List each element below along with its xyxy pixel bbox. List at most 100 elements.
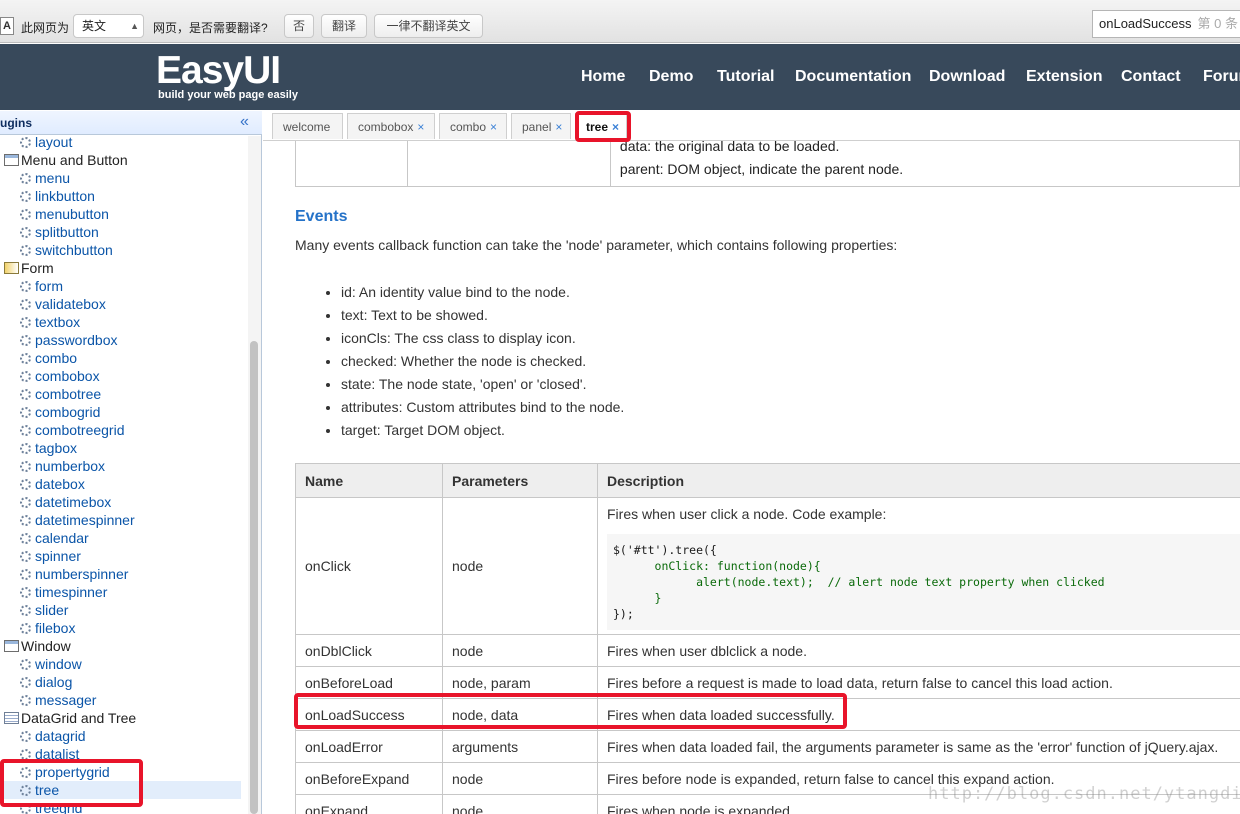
sidebar-item-datebox[interactable]: datebox (20, 475, 85, 493)
gear-icon (20, 731, 31, 742)
sidebar-item-tagbox[interactable]: tagbox (20, 439, 77, 457)
scrollbar-thumb[interactable] (250, 341, 258, 814)
sidebar-item-numberbox[interactable]: numberbox (20, 457, 105, 475)
sidebar-item-combogrid[interactable]: combogrid (20, 403, 100, 421)
code-line: onClick: function(node){ (613, 559, 821, 573)
sidebar-item-timespinner[interactable]: timespinner (20, 583, 107, 601)
find-bar[interactable]: onLoadSuccess 第 0 条 (1092, 10, 1240, 38)
sidebar-item-label: DataGrid and Tree (21, 710, 137, 726)
never-translate-button[interactable]: 一律不翻译英文 (374, 14, 483, 38)
table-cell (406, 141, 611, 187)
close-icon[interactable]: × (490, 120, 497, 134)
sidebar-item-datagrid[interactable]: datagrid (20, 727, 86, 745)
nav-extension[interactable]: Extension (1026, 68, 1102, 86)
sidebar-item-label: combo (35, 350, 78, 366)
sidebar-item-passwordbox[interactable]: passwordbox (20, 331, 118, 349)
nav-forum[interactable]: Forum (1203, 68, 1240, 86)
sidebar-item-datetimespinner[interactable]: datetimespinner (20, 511, 135, 529)
sidebar-item-dialog[interactable]: dialog (20, 673, 72, 691)
sidebar-item-menu[interactable]: menu (20, 169, 70, 187)
site-header: EasyUI build your web page easily Home D… (0, 44, 1240, 110)
sidebar-item-combotree[interactable]: combotree (20, 385, 101, 403)
gear-icon (20, 515, 31, 526)
gear-icon (20, 605, 31, 616)
close-icon[interactable]: × (417, 120, 424, 134)
sidebar-item-splitbutton[interactable]: splitbutton (20, 223, 99, 241)
language-select[interactable]: 英文 ▲ (73, 14, 144, 38)
sidebar-item-combotreegrid[interactable]: combotreegrid (20, 421, 125, 439)
sidebar-item-window[interactable]: window (20, 655, 82, 673)
sidebar-item-combobox[interactable]: combobox (20, 367, 100, 385)
find-input[interactable]: onLoadSuccess (1099, 16, 1192, 31)
list-item: id: An identity value bind to the node. (341, 283, 624, 306)
highlight-box-onloadsuccess (294, 693, 847, 729)
event-description: Fires when user dblclick a node. (597, 634, 1240, 667)
sidebar-item-label: numberbox (35, 458, 106, 474)
list-item: target: Target DOM object. (341, 421, 624, 444)
sidebar-scrollbar[interactable] (248, 136, 261, 814)
tab-panel[interactable]: panel × (511, 113, 571, 139)
sidebar-item-filebox[interactable]: filebox (20, 619, 75, 637)
close-icon[interactable]: × (555, 120, 562, 134)
sidebar-item-datetimebox[interactable]: datetimebox (20, 493, 111, 511)
logo[interactable]: EasyUI (156, 51, 281, 91)
tab-welcome[interactable]: welcome (272, 113, 343, 139)
sidebar-item-linkbutton[interactable]: linkbutton (20, 187, 95, 205)
sidebar-item-menubutton[interactable]: menubutton (20, 205, 109, 223)
sidebar-item-label: splitbutton (35, 224, 99, 240)
sidebar-item-menu-and-button[interactable]: Menu and Button (4, 151, 128, 169)
param-line: data: the original data to be loaded. (619, 141, 840, 154)
sidebar-item-validatebox[interactable]: validatebox (20, 295, 106, 313)
sidebar-item-label: slider (35, 602, 69, 618)
code-line: $('#tt').tree({ (613, 543, 717, 557)
sidebar-item-form[interactable]: form (20, 277, 63, 295)
sidebar-item-combo[interactable]: combo (20, 349, 77, 367)
translate-button[interactable]: 翻译 (321, 14, 367, 38)
code-line: alert(node.text); // alert node text pro… (613, 575, 1105, 589)
event-name: onClick (295, 497, 443, 635)
tab-label: combo (450, 120, 487, 134)
nav-tutorial[interactable]: Tutorial (717, 68, 774, 86)
gear-icon (20, 551, 31, 562)
event-params: node (442, 634, 598, 667)
sidebar-item-datagrid-and-tree[interactable]: DataGrid and Tree (4, 709, 136, 727)
sidebar-item-label: messager (35, 692, 97, 708)
nav-documentation[interactable]: Documentation (795, 68, 911, 86)
tab-combo[interactable]: combo × (439, 113, 507, 139)
sidebar-item-textbox[interactable]: textbox (20, 313, 80, 331)
sidebar-item-window[interactable]: Window (4, 637, 71, 655)
sidebar-item-form[interactable]: Form (4, 259, 54, 277)
tab-combobox[interactable]: combobox × (347, 113, 435, 139)
sidebar-item-label: layout (35, 134, 73, 150)
event-name: onDblClick (295, 634, 443, 667)
nav-home[interactable]: Home (581, 68, 625, 86)
no-translate-button[interactable]: 否 (284, 14, 314, 38)
sidebar-item-calendar[interactable]: calendar (20, 529, 89, 547)
tab-strip: welcome combobox × combo × panel × tree × (263, 111, 1240, 141)
sidebar-item-label: datetimespinner (35, 512, 135, 528)
nav-contact[interactable]: Contact (1121, 68, 1181, 86)
collapse-icon[interactable]: « (240, 113, 249, 131)
nav-demo[interactable]: Demo (649, 68, 693, 86)
sidebar-item-label: datebox (35, 476, 85, 492)
nav-download[interactable]: Download (929, 68, 1005, 86)
sidebar-item-spinner[interactable]: spinner (20, 547, 81, 565)
gear-icon (20, 137, 31, 148)
gear-icon (20, 209, 31, 220)
sidebar-item-layout[interactable]: layout (20, 133, 72, 151)
gear-icon (20, 461, 31, 472)
sidebar-item-label: timespinner (35, 584, 108, 600)
column-header: Parameters (442, 463, 598, 498)
translate-page-is-label: 此网页为 (21, 21, 70, 35)
gear-icon (20, 587, 31, 598)
sidebar-item-slider[interactable]: slider (20, 601, 68, 619)
code-example: $('#tt').tree({ onClick: function(node){… (607, 534, 1240, 630)
sidebar-item-label: Menu and Button (21, 152, 128, 168)
sidebar-item-switchbutton[interactable]: switchbutton (20, 241, 113, 259)
sidebar-item-label: filebox (35, 620, 76, 636)
code-line: } (613, 591, 662, 605)
gear-icon (20, 353, 31, 364)
sidebar-item-numberspinner[interactable]: numberspinner (20, 565, 128, 583)
sidebar-item-messager[interactable]: messager (20, 691, 96, 709)
sidebar-item-label: switchbutton (35, 242, 113, 258)
